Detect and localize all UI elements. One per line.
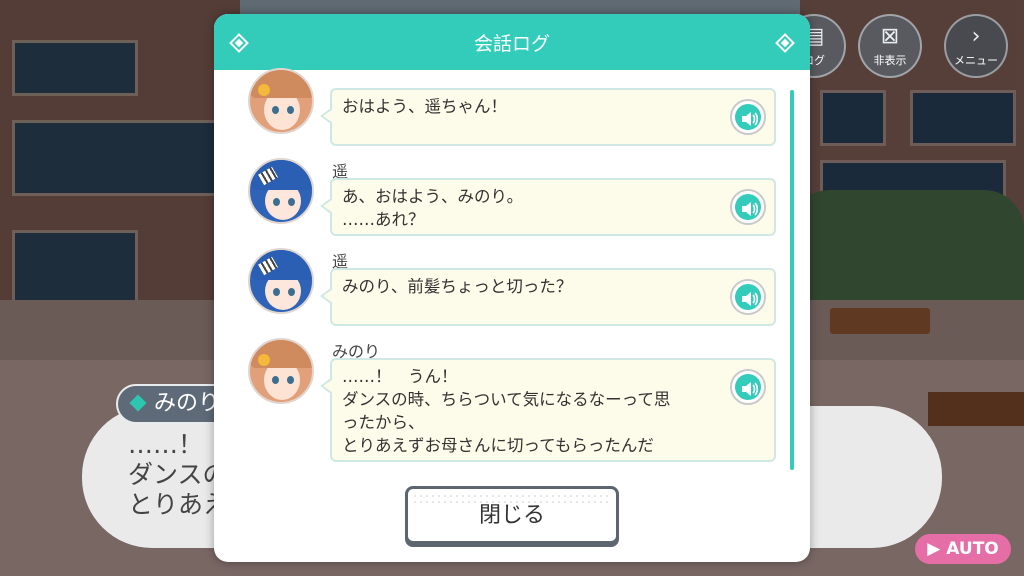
menu-button-label: メニュー bbox=[954, 54, 998, 67]
diamond-icon bbox=[775, 33, 795, 53]
speaker-icon bbox=[742, 382, 759, 396]
dialog-title: 会話ログ bbox=[473, 33, 550, 55]
voice-replay-button[interactable] bbox=[730, 99, 766, 135]
voice-replay-button[interactable] bbox=[730, 369, 766, 405]
close-button[interactable]: 閉じる bbox=[405, 486, 619, 544]
voice-replay-button[interactable] bbox=[730, 189, 766, 225]
log-message-bubble: ……！ うん！ ダンスの時、ちらついて気になるなーって思 ったから、 とりあえず… bbox=[320, 358, 776, 462]
hide-button-label: 非表示 bbox=[873, 54, 907, 67]
close-button-label: 閉じる bbox=[478, 503, 545, 528]
avatar-haruka bbox=[248, 248, 314, 314]
hide-ui-button[interactable]: ⊠ 非表示 bbox=[858, 14, 922, 78]
hide-icon: ⊠ bbox=[880, 24, 900, 49]
flower-icon bbox=[258, 354, 270, 366]
log-message-bubble: みのり、前髪ちょっと切った？ bbox=[320, 268, 776, 326]
flower-icon bbox=[258, 84, 270, 96]
diamond-icon bbox=[129, 394, 147, 412]
log-message-bubble: おはよう、遥ちゃん！ bbox=[320, 88, 776, 146]
speaker-icon bbox=[742, 292, 759, 306]
log-message-text: みのり、前髪ちょっと切った？ bbox=[342, 277, 573, 296]
log-message-text: あ、おはよう、みのり。 ……あれ？ bbox=[342, 187, 524, 229]
diamond-icon bbox=[229, 33, 249, 53]
voice-replay-button[interactable] bbox=[730, 279, 766, 315]
dialog-header: 会話ログ bbox=[214, 14, 810, 70]
auto-button[interactable]: ▶ AUTO bbox=[915, 534, 1011, 564]
chevron-right-icon: › bbox=[971, 24, 981, 49]
dialogue-text: ……！ ダンスの とりあえ bbox=[128, 430, 229, 519]
avatar-minori bbox=[248, 338, 314, 404]
log-message-text: ……！ うん！ ダンスの時、ちらついて気になるなーって思 ったから、 とりあえず… bbox=[342, 367, 671, 455]
log-message-bubble: あ、おはよう、みのり。 ……あれ？ bbox=[320, 178, 776, 236]
speaker-icon bbox=[742, 202, 759, 216]
log-message-text: おはよう、遥ちゃん！ bbox=[342, 97, 507, 116]
avatar-minori bbox=[248, 68, 314, 134]
menu-button[interactable]: › メニュー bbox=[944, 14, 1008, 78]
conversation-log-dialog: 会話ログ おはよう、遥ちゃん！ 遥 あ、おはよう、みのり。 ……あれ？ 遥 みの… bbox=[214, 14, 810, 562]
avatar-haruka bbox=[248, 158, 314, 224]
scrollbar-thumb[interactable] bbox=[790, 90, 794, 470]
speaker-icon bbox=[742, 112, 759, 126]
